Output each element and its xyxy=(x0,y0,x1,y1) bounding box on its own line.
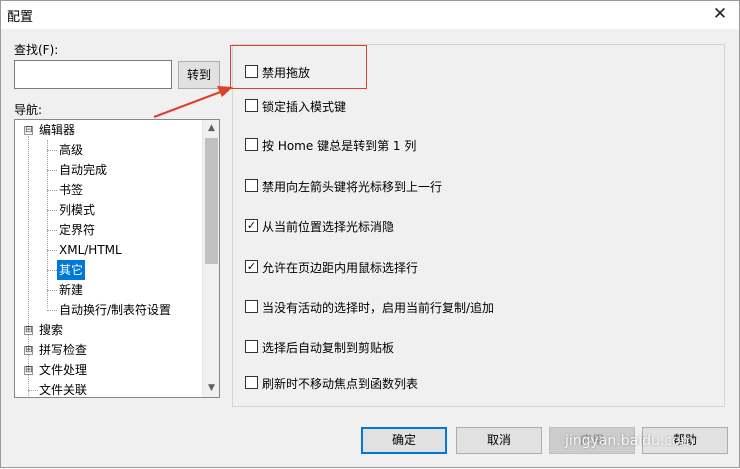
cancel-button[interactable]: 取消 xyxy=(456,427,542,454)
watermark: jingyan.baidu.com xyxy=(565,433,695,449)
annotation-arrow xyxy=(153,86,233,119)
config-dialog: 配置 ✕ 查找(F): 转到 导航: ⊟ 编辑器 高级 自动完成 书签 列模式 … xyxy=(0,0,740,468)
ok-button[interactable]: 确定 xyxy=(361,427,447,454)
